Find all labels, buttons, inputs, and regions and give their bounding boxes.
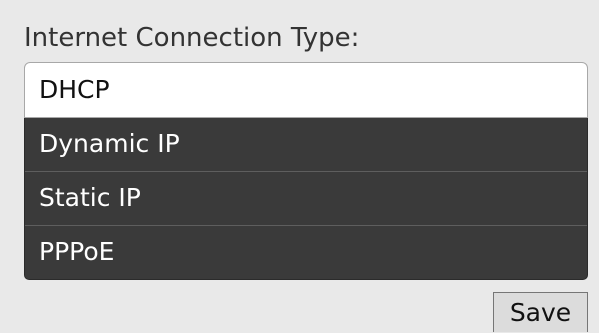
option-pppoe[interactable]: PPPoE (25, 226, 587, 279)
option-dynamic-ip[interactable]: Dynamic IP (25, 118, 587, 172)
connection-type-select[interactable]: DHCP (24, 62, 588, 118)
save-button[interactable]: Save (493, 292, 588, 332)
option-static-ip[interactable]: Static IP (25, 172, 587, 226)
connection-type-label: Internet Connection Type: (24, 23, 360, 53)
connection-type-options: Dynamic IP Static IP PPPoE (24, 118, 588, 280)
